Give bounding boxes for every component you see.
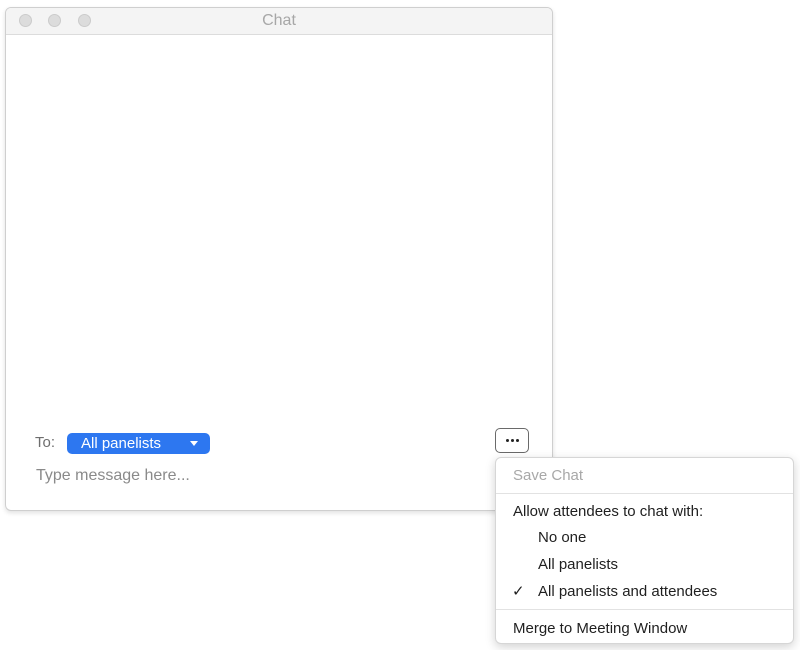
to-label: To:	[35, 434, 56, 451]
menu-divider	[496, 493, 793, 494]
chat-window: Chat To: All panelists	[5, 7, 553, 511]
options-menu: Save Chat Allow attendees to chat with: …	[495, 457, 794, 644]
menu-item-no-one[interactable]: No one	[496, 529, 800, 546]
ellipsis-icon-dot	[511, 439, 514, 442]
ellipsis-icon-dot	[516, 439, 519, 442]
recipient-label: All panelists	[81, 435, 162, 452]
menu-header-allow-chat: Allow attendees to chat with:	[513, 503, 704, 520]
menu-item-save-chat[interactable]: Save Chat	[496, 467, 800, 484]
menu-item-all-panelists[interactable]: All panelists	[496, 556, 800, 573]
title-bar: Chat	[6, 8, 552, 35]
menu-item-merge-to-meeting-window[interactable]: Merge to Meeting Window	[496, 620, 800, 637]
checkmark-icon: ✓	[512, 583, 525, 600]
ellipsis-icon	[506, 439, 509, 442]
caret-down-icon	[190, 441, 198, 446]
recipient-dropdown[interactable]: All panelists	[67, 433, 210, 454]
menu-divider	[496, 609, 793, 610]
window-title: Chat	[262, 12, 296, 29]
more-options-button[interactable]	[495, 428, 529, 453]
menu-item-all-panelists-and-attendees[interactable]: All panelists and attendees	[496, 583, 800, 600]
message-input[interactable]	[36, 464, 436, 488]
